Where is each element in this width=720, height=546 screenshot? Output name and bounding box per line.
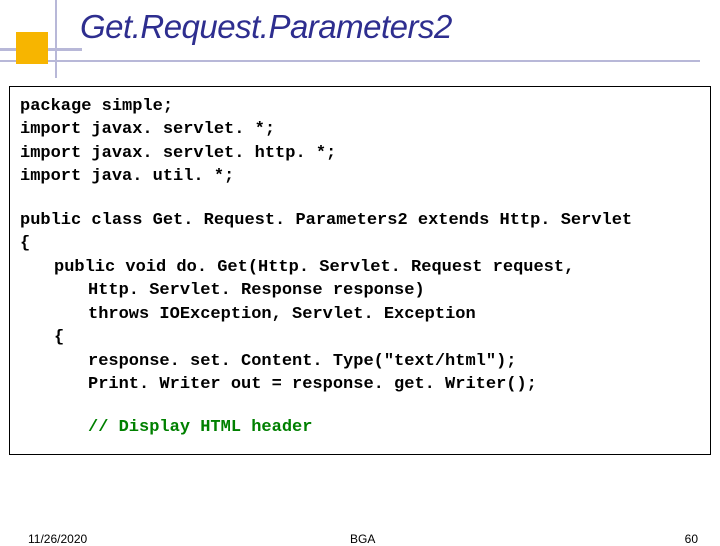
footer-page-number: 60 xyxy=(685,532,698,546)
code-line: import java. util. *; xyxy=(20,165,700,188)
code-line: package simple; xyxy=(20,95,700,118)
code-line: import javax. servlet. *; xyxy=(20,118,700,141)
code-line: Print. Writer out = response. get. Write… xyxy=(20,373,700,396)
code-line: public class Get. Request. Parameters2 e… xyxy=(20,209,700,232)
code-line: throws IOException, Servlet. Exception xyxy=(20,303,700,326)
decor-vertical-line xyxy=(55,0,57,78)
code-line: { xyxy=(20,326,700,349)
code-line: public void do. Get(Http. Servlet. Reque… xyxy=(20,256,700,279)
code-blank-line xyxy=(20,189,700,209)
footer-date: 11/26/2020 xyxy=(28,532,87,546)
slide-title: Get.Request.Parameters2 xyxy=(80,8,720,46)
code-block: package simple; import javax. servlet. *… xyxy=(9,86,711,455)
decor-long-line xyxy=(0,60,700,62)
slide-title-area: Get.Request.Parameters2 xyxy=(0,0,720,80)
code-comment: // Display HTML header xyxy=(20,416,700,439)
code-line: Http. Servlet. Response response) xyxy=(20,279,700,302)
code-line: response. set. Content. Type("text/html"… xyxy=(20,350,700,373)
footer-center: BGA xyxy=(350,532,375,546)
decor-square xyxy=(16,32,48,64)
code-line: import javax. servlet. http. *; xyxy=(20,142,700,165)
code-line: { xyxy=(20,232,700,255)
code-blank-line xyxy=(20,396,700,416)
